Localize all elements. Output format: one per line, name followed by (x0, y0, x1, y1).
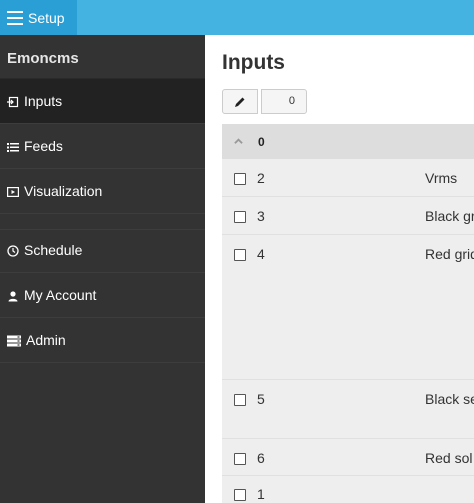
top-navbar: Setup (0, 0, 474, 35)
sidebar-brand: Emoncms (0, 35, 205, 79)
sidebar: Emoncms Inputs Feeds Visualization Sched… (0, 35, 205, 503)
hamburger-icon (7, 10, 23, 25)
sidebar-item-feeds[interactable]: Feeds (0, 124, 205, 169)
edit-button[interactable] (222, 89, 258, 114)
table-row[interactable]: 5 Black se (222, 380, 474, 439)
sidebar-item-label: Admin (26, 332, 66, 348)
row-checkbox[interactable] (234, 489, 246, 501)
node-id: 2 (257, 170, 265, 186)
row-checkbox[interactable] (234, 249, 246, 261)
page-title: Inputs (222, 51, 285, 74)
setup-menu-button[interactable]: Setup (0, 0, 77, 35)
node-description: Vrms (425, 170, 458, 186)
sidebar-item-schedule[interactable]: Schedule (0, 228, 205, 273)
node-id: 3 (257, 208, 265, 224)
selected-count-button[interactable]: 0 (261, 89, 307, 114)
sidebar-item-visualization[interactable]: Visualization (0, 169, 205, 214)
sidebar-item-label: My Account (24, 287, 97, 303)
node-description: Black se (425, 391, 474, 407)
clock-icon (7, 244, 19, 257)
table-row[interactable]: 1 (222, 476, 474, 503)
row-checkbox[interactable] (234, 453, 246, 465)
input-icon (7, 95, 19, 108)
group-name: 0 (258, 135, 265, 149)
node-id: 6 (257, 450, 265, 466)
sidebar-item-my-account[interactable]: My Account (0, 273, 205, 318)
node-description: Red grid (425, 246, 474, 262)
server-icon (7, 334, 21, 347)
sidebar-item-admin[interactable]: Admin (0, 318, 205, 363)
row-checkbox[interactable] (234, 211, 246, 223)
visualization-icon (7, 185, 20, 198)
main-content: Inputs 0 0 2 Vrms 3 Black gr 4 Red grid … (205, 35, 474, 503)
pencil-icon (235, 97, 245, 107)
node-id: 5 (257, 391, 265, 407)
chevron-up-icon[interactable] (234, 137, 243, 146)
table-row[interactable]: 2 Vrms (222, 159, 474, 197)
setup-label: Setup (28, 9, 65, 26)
node-description: Red sol (425, 450, 473, 466)
sidebar-item-label: Feeds (24, 138, 63, 154)
list-icon (7, 140, 19, 152)
sidebar-item-inputs[interactable]: Inputs (0, 79, 205, 124)
user-icon (7, 289, 19, 302)
row-checkbox[interactable] (234, 394, 246, 406)
group-header[interactable]: 0 (222, 124, 474, 159)
sidebar-item-label: Visualization (24, 183, 103, 199)
sidebar-item-label: Inputs (24, 93, 63, 109)
table-row[interactable]: 3 Black gr (222, 197, 474, 235)
sidebar-item-label: Schedule (24, 242, 83, 258)
node-description: Black gr (425, 208, 474, 224)
table-row[interactable]: 4 Red grid (222, 235, 474, 380)
table-row[interactable]: 6 Red sol (222, 439, 474, 476)
node-id: 4 (257, 246, 265, 262)
node-id: 1 (257, 486, 265, 502)
row-checkbox[interactable] (234, 173, 246, 185)
